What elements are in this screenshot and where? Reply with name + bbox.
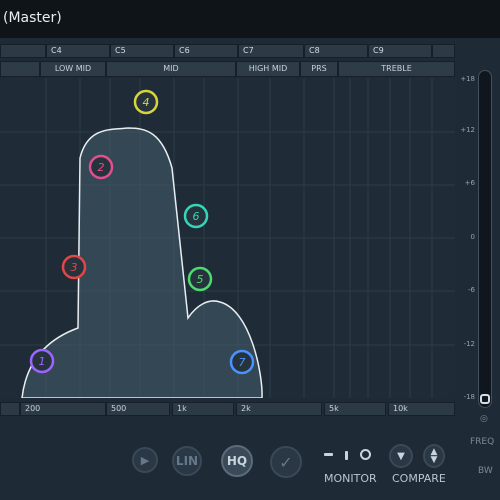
eq-band-node-label: 7 [239, 356, 246, 369]
note-c4: C4 [46, 44, 110, 58]
note-cell-empty [0, 44, 46, 58]
db-label: +12 [460, 126, 475, 134]
monitor-indicator-icon[interactable] [345, 451, 348, 460]
freq-2k: 2k [236, 402, 322, 416]
freq-10k: 10k [388, 402, 455, 416]
eq-band-node-label: 2 [98, 161, 105, 174]
window-title: (Master) [3, 10, 62, 26]
band-high-mid: HIGH MID [236, 61, 300, 77]
eq-band-node-label: 6 [193, 210, 200, 223]
eq-band-node-7[interactable]: 7 [229, 349, 255, 375]
eq-band-node-label: 1 [39, 355, 46, 368]
freq-5k: 5k [324, 402, 386, 416]
band-mid: MID [106, 61, 236, 77]
eq-band-node-label: 5 [197, 273, 204, 286]
lin-button[interactable]: LIN [172, 446, 202, 476]
hq-label: HQ [226, 454, 248, 468]
title-bar: (Master) [0, 0, 500, 39]
eq-band-node-2[interactable]: 2 [88, 154, 114, 180]
compare-updown-button[interactable]: ▲ ▼ [423, 444, 445, 468]
headphones-icon[interactable]: ◎ [480, 414, 488, 424]
note-c5: C5 [110, 44, 174, 58]
apply-button[interactable]: ✓ [270, 446, 302, 478]
eq-band-node-5[interactable]: 5 [187, 266, 213, 292]
band-ruler: LOW MID MID HIGH MID PRS TREBLE [0, 61, 455, 77]
band-low-mid: LOW MID [40, 61, 106, 77]
db-label: 0 [470, 233, 475, 241]
db-scale: +18 +12 +6 0 -6 -12 -18 [455, 70, 475, 410]
play-icon: ▶ [140, 453, 150, 467]
checkmark-icon: ✓ [279, 452, 293, 472]
monitor-label: MONITOR [324, 472, 377, 485]
monitor-dot-icon[interactable] [360, 449, 371, 460]
eq-band-node-6[interactable]: 6 [183, 203, 209, 229]
freq-1k: 1k [172, 402, 234, 416]
db-label: +18 [460, 75, 475, 83]
arrow-down-icon: ▼ [397, 450, 405, 462]
band-treble: TREBLE [338, 61, 455, 77]
output-meter-handle[interactable] [480, 394, 490, 404]
play-button[interactable]: ▶ [132, 447, 158, 473]
arrow-updown-icon: ▲ ▼ [430, 447, 438, 465]
lin-label: LIN [175, 454, 199, 468]
db-label: -12 [463, 340, 475, 348]
db-label: -18 [463, 393, 475, 401]
minus-icon[interactable] [324, 453, 333, 456]
hq-button[interactable]: HQ [221, 445, 253, 477]
eq-band-node-3[interactable]: 3 [61, 254, 87, 280]
freq-cell-empty [0, 402, 20, 416]
db-label: +6 [464, 179, 475, 187]
compare-label: COMPARE [392, 472, 446, 485]
note-c8: C8 [304, 44, 368, 58]
note-ruler: C4 C5 C6 C7 C8 C9 [0, 44, 455, 58]
freq-200: 200 [20, 402, 106, 416]
bw-label: BW [478, 466, 493, 476]
db-label: -6 [468, 286, 475, 294]
note-c6: C6 [174, 44, 238, 58]
eq-band-node-1[interactable]: 1 [29, 348, 55, 374]
band-prs: PRS [300, 61, 338, 77]
output-meter[interactable] [478, 70, 492, 408]
freq-ruler: 200 500 1k 2k 5k 10k [0, 402, 455, 416]
note-cell-end [432, 44, 455, 58]
note-c9: C9 [368, 44, 432, 58]
note-c7: C7 [238, 44, 304, 58]
freq-500: 500 [106, 402, 170, 416]
eq-band-node-label: 4 [143, 96, 150, 109]
compare-down-button[interactable]: ▼ [389, 444, 413, 468]
freq-label: FREQ [470, 437, 495, 447]
eq-band-node-4[interactable]: 4 [133, 89, 159, 115]
eq-band-node-label: 3 [71, 261, 78, 274]
band-low [0, 61, 40, 77]
eq-graph[interactable]: 1 2 3 4 5 6 7 [0, 78, 455, 398]
